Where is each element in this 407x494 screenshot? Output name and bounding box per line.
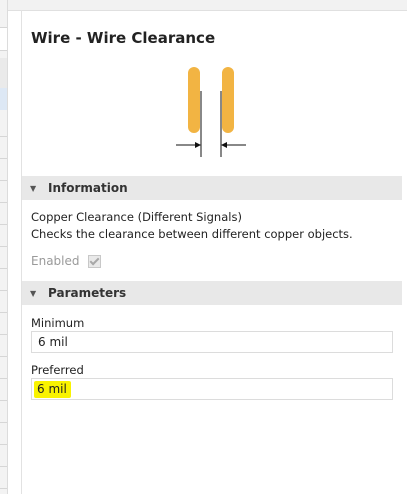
enabled-checkbox[interactable] [87, 254, 101, 268]
enabled-row: Enabled [31, 254, 101, 268]
chevron-down-icon: ▼ [30, 183, 37, 193]
preferred-value: 6 mil [34, 380, 71, 398]
section-title-parameters: Parameters [48, 286, 127, 300]
rule-category-text: Copper Clearance (Different Signals) [31, 210, 242, 224]
minimum-input[interactable]: 6 mil [31, 331, 393, 353]
minimum-label: Minimum [31, 316, 85, 330]
rule-properties-panel: Wire - Wire Clearance ▼ Information Copp… [22, 11, 402, 494]
rule-description-text: Checks the clearance between different c… [31, 227, 353, 241]
chevron-down-icon: ▼ [30, 288, 37, 298]
preferred-label: Preferred [31, 363, 84, 377]
minimum-value: 6 mil [38, 335, 68, 349]
wire-left-shape [188, 67, 200, 133]
enabled-label: Enabled [31, 254, 80, 268]
section-title-information: Information [48, 181, 128, 195]
section-header-parameters[interactable]: ▼ Parameters [22, 281, 402, 305]
preferred-input[interactable]: 6 mil [31, 378, 393, 400]
section-header-information[interactable]: ▼ Information [22, 176, 402, 200]
wire-right-shape [222, 67, 234, 133]
wire-clearance-diagram-icon [170, 65, 250, 165]
left-panel-edge [0, 0, 8, 494]
page-title: Wire - Wire Clearance [31, 29, 216, 47]
top-bar [0, 0, 407, 11]
